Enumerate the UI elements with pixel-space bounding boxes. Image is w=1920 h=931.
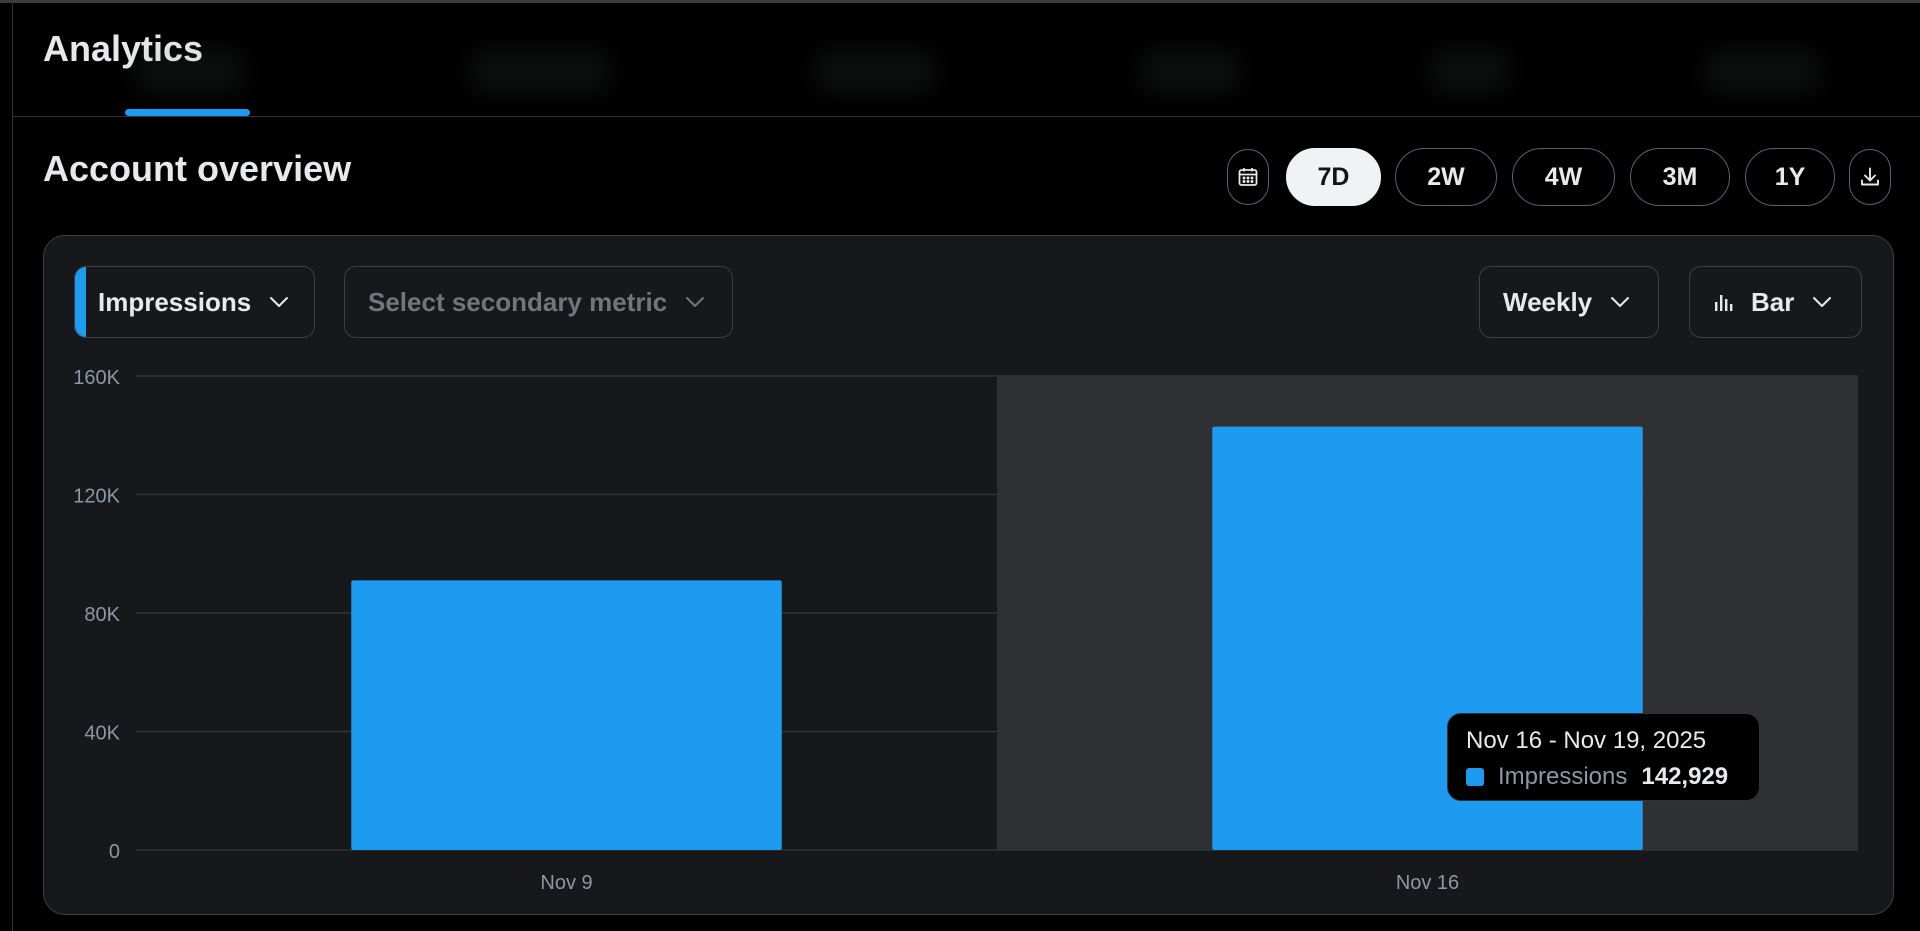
tooltip-series-name: Impressions xyxy=(1498,763,1628,790)
tab-4[interactable] xyxy=(1140,48,1240,94)
primary-metric-accent xyxy=(75,267,86,337)
date-range-controls: 7D 2W 4W 3M 1Y xyxy=(0,148,1920,206)
tooltip-series-swatch xyxy=(1466,768,1484,786)
primary-metric-label: Impressions xyxy=(98,286,252,317)
x-tick-label: Nov 9 xyxy=(540,872,592,894)
y-tick-label: 40K xyxy=(84,723,120,745)
bar-nov-9[interactable] xyxy=(351,580,782,850)
primary-metric-dropdown[interactable]: Impressions xyxy=(74,266,315,338)
active-tab-indicator xyxy=(125,109,250,116)
y-tick-label: 120K xyxy=(73,486,120,508)
chevron-down-icon xyxy=(1611,297,1630,307)
impressions-chart: 0 40K 80K 120K 160K Nov 9 Nov 16 xyxy=(60,360,1880,900)
range-7d-button[interactable]: 7D xyxy=(1286,148,1381,206)
range-4w-button[interactable]: 4W xyxy=(1512,148,1615,206)
chevron-down-icon xyxy=(270,297,289,307)
download-button[interactable] xyxy=(1849,149,1891,205)
secondary-metric-dropdown[interactable]: Select secondary metric xyxy=(344,266,733,338)
tooltip-value: 142,929 xyxy=(1641,763,1729,790)
y-tick-label: 80K xyxy=(84,604,120,626)
tab-5[interactable] xyxy=(1430,48,1510,94)
calendar-icon xyxy=(1238,168,1258,186)
range-3m-button[interactable]: 3M xyxy=(1630,148,1730,206)
y-tick-label: 160K xyxy=(73,367,120,389)
analytics-page: Analytics Account overview 7D 2W 4W 3M 1… xyxy=(0,0,1920,931)
tab-bar xyxy=(0,48,1920,98)
bar-chart-icon xyxy=(1715,295,1733,311)
range-2w-button[interactable]: 2W xyxy=(1395,148,1497,206)
chevron-down-icon xyxy=(686,297,705,307)
top-border xyxy=(0,0,1920,3)
y-tick-label: 0 xyxy=(109,841,120,863)
interval-dropdown[interactable]: Weekly xyxy=(1479,266,1659,338)
tab-overview[interactable] xyxy=(135,48,245,94)
left-border xyxy=(12,0,13,931)
bar-chart: 0 40K 80K 120K 160K Nov 9 Nov 16 xyxy=(73,367,1858,894)
download-icon xyxy=(1861,167,1879,186)
tab-2[interactable] xyxy=(470,48,610,94)
chevron-down-icon xyxy=(1813,297,1832,307)
range-1y-button[interactable]: 1Y xyxy=(1745,148,1835,206)
chart-type-label: Bar xyxy=(1751,286,1795,317)
chart-tooltip: Nov 16 - Nov 19, 2025 Impressions 142,92… xyxy=(1447,713,1760,801)
tab-3[interactable] xyxy=(815,48,935,94)
calendar-button[interactable] xyxy=(1227,149,1269,205)
x-tick-label: Nov 16 xyxy=(1396,872,1459,894)
tooltip-range: Nov 16 - Nov 19, 2025 xyxy=(1466,727,1707,754)
chart-type-dropdown[interactable]: Bar xyxy=(1689,266,1862,338)
tooltip-row: Impressions 142,929 xyxy=(1466,763,1741,791)
interval-label: Weekly xyxy=(1503,286,1593,317)
secondary-metric-placeholder: Select secondary metric xyxy=(368,286,668,317)
tab-6[interactable] xyxy=(1705,48,1820,94)
header-divider xyxy=(12,116,1920,117)
